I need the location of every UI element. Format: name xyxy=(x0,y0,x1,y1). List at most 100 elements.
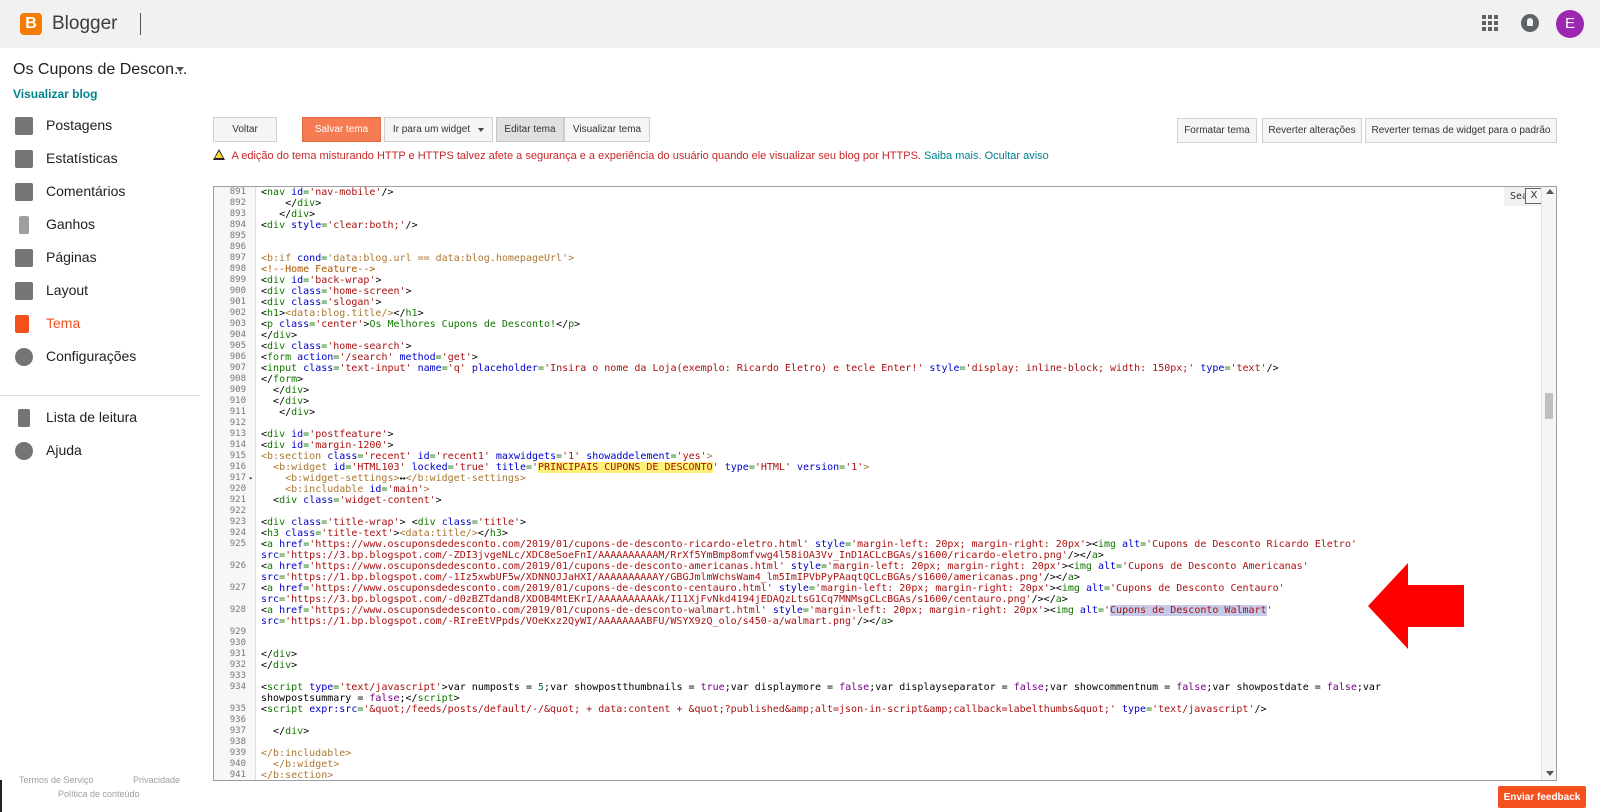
privacy-link[interactable]: Privacidade xyxy=(133,775,180,785)
red-arrow-annotation xyxy=(1368,563,1464,649)
code-line[interactable]: 914 <div id='margin-1200'> xyxy=(214,440,1534,451)
line-number: 905 xyxy=(229,341,246,351)
code-line[interactable]: 900 <div class='home-screen'> xyxy=(214,286,1534,297)
line-number: 937 xyxy=(229,726,246,736)
code-line[interactable]: 904 </div> xyxy=(214,330,1534,341)
line-number: 904 xyxy=(229,330,246,340)
fold-arrow-icon[interactable]: ▸ xyxy=(249,473,253,484)
sidebar-item-help[interactable]: Ajuda xyxy=(0,437,200,465)
code-line[interactable]: 933 xyxy=(214,671,1534,682)
code-text: </div> xyxy=(261,330,298,341)
code-line[interactable]: 894 <div style='clear:both;'/> xyxy=(214,220,1534,231)
content-policy-link[interactable]: Política de conteúdo xyxy=(58,789,140,799)
code-line[interactable]: 902 <h1><data:blog.title/></h1> xyxy=(214,308,1534,319)
code-line[interactable]: 928 <a href='https://www.oscuponsdedescon… xyxy=(214,605,1534,627)
sidebar-item-stats[interactable]: Estatísticas xyxy=(0,145,200,173)
code-line[interactable]: 917 ▸ <b:widget-settings>↔</b:widget-sett… xyxy=(214,473,1534,484)
code-text: <a href='https://www.oscuponsdedesconto.… xyxy=(261,539,1357,561)
back-button[interactable]: Voltar xyxy=(213,117,277,142)
revert-widgets-button[interactable]: Reverter temas de widget para o padrão xyxy=(1365,118,1557,143)
paint-roller-icon xyxy=(15,315,29,333)
apps-grid-icon[interactable] xyxy=(1482,15,1498,31)
view-blog-link[interactable]: Visualizar blog xyxy=(13,87,97,101)
code-line[interactable]: 910 </div> xyxy=(214,396,1534,407)
terms-link[interactable]: Termos de Serviço xyxy=(19,775,94,785)
code-line[interactable]: 911 </div> xyxy=(214,407,1534,418)
sidebar-item-earnings[interactable]: Ganhos xyxy=(0,211,200,239)
code-line[interactable]: 941 </b:section> xyxy=(214,770,1534,780)
code-text: <b:widget id='HTML103' locked='true' tit… xyxy=(273,462,870,473)
code-line[interactable]: 939 </b:includable> xyxy=(214,748,1534,759)
line-number: 915 xyxy=(229,451,246,461)
sidebar-item-layout[interactable]: Layout xyxy=(0,277,200,305)
code-line[interactable]: 916 <b:widget id='HTML103' locked='true'… xyxy=(214,462,1534,473)
hide-warning-link[interactable]: Ocultar aviso xyxy=(985,150,1049,162)
code-line[interactable]: 926 <a href='https://www.oscuponsdedescon… xyxy=(214,561,1534,583)
send-feedback-button[interactable]: Enviar feedback xyxy=(1498,786,1586,808)
code-line[interactable]: 906 <form action='/search' method='get'> xyxy=(214,352,1534,363)
code-line[interactable]: 893 </div> xyxy=(214,209,1534,220)
code-line[interactable]: 935 <script expr:src='&quot;/feeds/posts/… xyxy=(214,704,1534,715)
code-line[interactable]: 931 </div> xyxy=(214,649,1534,660)
format-theme-button[interactable]: Formatar tema xyxy=(1177,118,1257,143)
notifications-icon[interactable] xyxy=(1521,14,1539,32)
code-line[interactable]: 920 <b:includable id='main'> xyxy=(214,484,1534,495)
code-line[interactable]: 896 xyxy=(214,242,1534,253)
chevron-down-icon[interactable] xyxy=(176,67,184,72)
sidebar-item-theme[interactable]: Tema xyxy=(0,310,200,338)
sidebar-item-settings[interactable]: Configurações xyxy=(0,343,200,371)
code-line[interactable]: 940 </b:widget> xyxy=(214,759,1534,770)
code-line[interactable]: 909 </div> xyxy=(214,385,1534,396)
editor-scrollbar[interactable] xyxy=(1541,187,1556,780)
scroll-thumb[interactable] xyxy=(1545,393,1553,419)
edit-theme-tab[interactable]: Editar tema xyxy=(496,117,564,142)
blogger-logo-icon[interactable]: B xyxy=(20,13,42,35)
code-line[interactable]: 921 <div class='widget-content'> xyxy=(214,495,1534,506)
help-icon xyxy=(15,442,33,460)
code-line[interactable]: 892 </div> xyxy=(214,198,1534,209)
code-editor[interactable]: 891 <nav id='nav-mobile'/> 892 </div> 893 <… xyxy=(213,186,1557,781)
code-line[interactable]: 915 <b:section class='recent' id='recent1… xyxy=(214,451,1534,462)
code-line[interactable]: 922 xyxy=(214,506,1534,517)
code-line[interactable]: 936 xyxy=(214,715,1534,726)
code-line[interactable]: 891 <nav id='nav-mobile'/> xyxy=(214,187,1534,198)
code-line[interactable]: 923 <div class='title-wrap'> <div class='… xyxy=(214,517,1534,528)
code-area[interactable]: 891 <nav id='nav-mobile'/> 892 </div> 893 <… xyxy=(214,187,1534,780)
code-line[interactable]: 924 <h3 class='title-text'><data:title/><… xyxy=(214,528,1534,539)
comments-icon xyxy=(15,183,33,201)
preview-theme-tab[interactable]: Visualizar tema xyxy=(564,117,650,142)
code-line[interactable]: 907 <input class='text-input' name='q' pl… xyxy=(214,363,1534,374)
code-line[interactable]: 937 </div> xyxy=(214,726,1534,737)
app-name[interactable]: Blogger xyxy=(52,13,118,35)
sidebar-item-reading-list[interactable]: Lista de leitura xyxy=(0,404,200,432)
save-theme-button[interactable]: Salvar tema xyxy=(302,117,381,142)
code-line[interactable]: 899 <div id='back-wrap'> xyxy=(214,275,1534,286)
code-line[interactable]: 897 <b:if cond='data:blog.url == data:blo… xyxy=(214,253,1534,264)
code-line[interactable]: 925 <a href='https://www.oscuponsdedescon… xyxy=(214,539,1534,561)
code-line[interactable]: 895 xyxy=(214,231,1534,242)
scroll-down-icon[interactable] xyxy=(1546,771,1554,776)
goto-widget-dropdown[interactable]: Ir para um widget xyxy=(384,117,493,142)
sidebar-item-posts[interactable]: Postagens xyxy=(0,112,200,140)
revert-changes-button[interactable]: Reverter alterações xyxy=(1262,118,1362,143)
code-line[interactable]: 898 <!--Home Feature--> xyxy=(214,264,1534,275)
code-line[interactable]: 929 xyxy=(214,627,1534,638)
code-line[interactable]: 930 xyxy=(214,638,1534,649)
scroll-up-icon[interactable] xyxy=(1546,189,1554,194)
learn-more-link[interactable]: Saiba mais. xyxy=(924,150,981,162)
code-text: <div class='home-screen'> xyxy=(261,286,412,297)
code-line[interactable]: 912 xyxy=(214,418,1534,429)
code-line[interactable]: 913 <div id='postfeature'> xyxy=(214,429,1534,440)
code-line[interactable]: 934 <script type='text/javascript'>var nu… xyxy=(214,682,1534,704)
sidebar-item-pages[interactable]: Páginas xyxy=(0,244,200,272)
code-line[interactable]: 905 <div class='home-search'> xyxy=(214,341,1534,352)
code-line[interactable]: 903 <p class='center'>Os Melhores Cupons … xyxy=(214,319,1534,330)
code-line[interactable]: 932 </div> xyxy=(214,660,1534,671)
code-line[interactable]: 927 <a href='https://www.oscuponsdedescon… xyxy=(214,583,1534,605)
avatar[interactable]: E xyxy=(1556,10,1584,38)
blog-selector[interactable]: Os Cupons de Descon... xyxy=(13,61,187,79)
code-line[interactable]: 901 <div class='slogan'> xyxy=(214,297,1534,308)
sidebar-item-comments[interactable]: Comentários xyxy=(0,178,200,206)
code-line[interactable]: 908 </form> xyxy=(214,374,1534,385)
code-line[interactable]: 938 xyxy=(214,737,1534,748)
